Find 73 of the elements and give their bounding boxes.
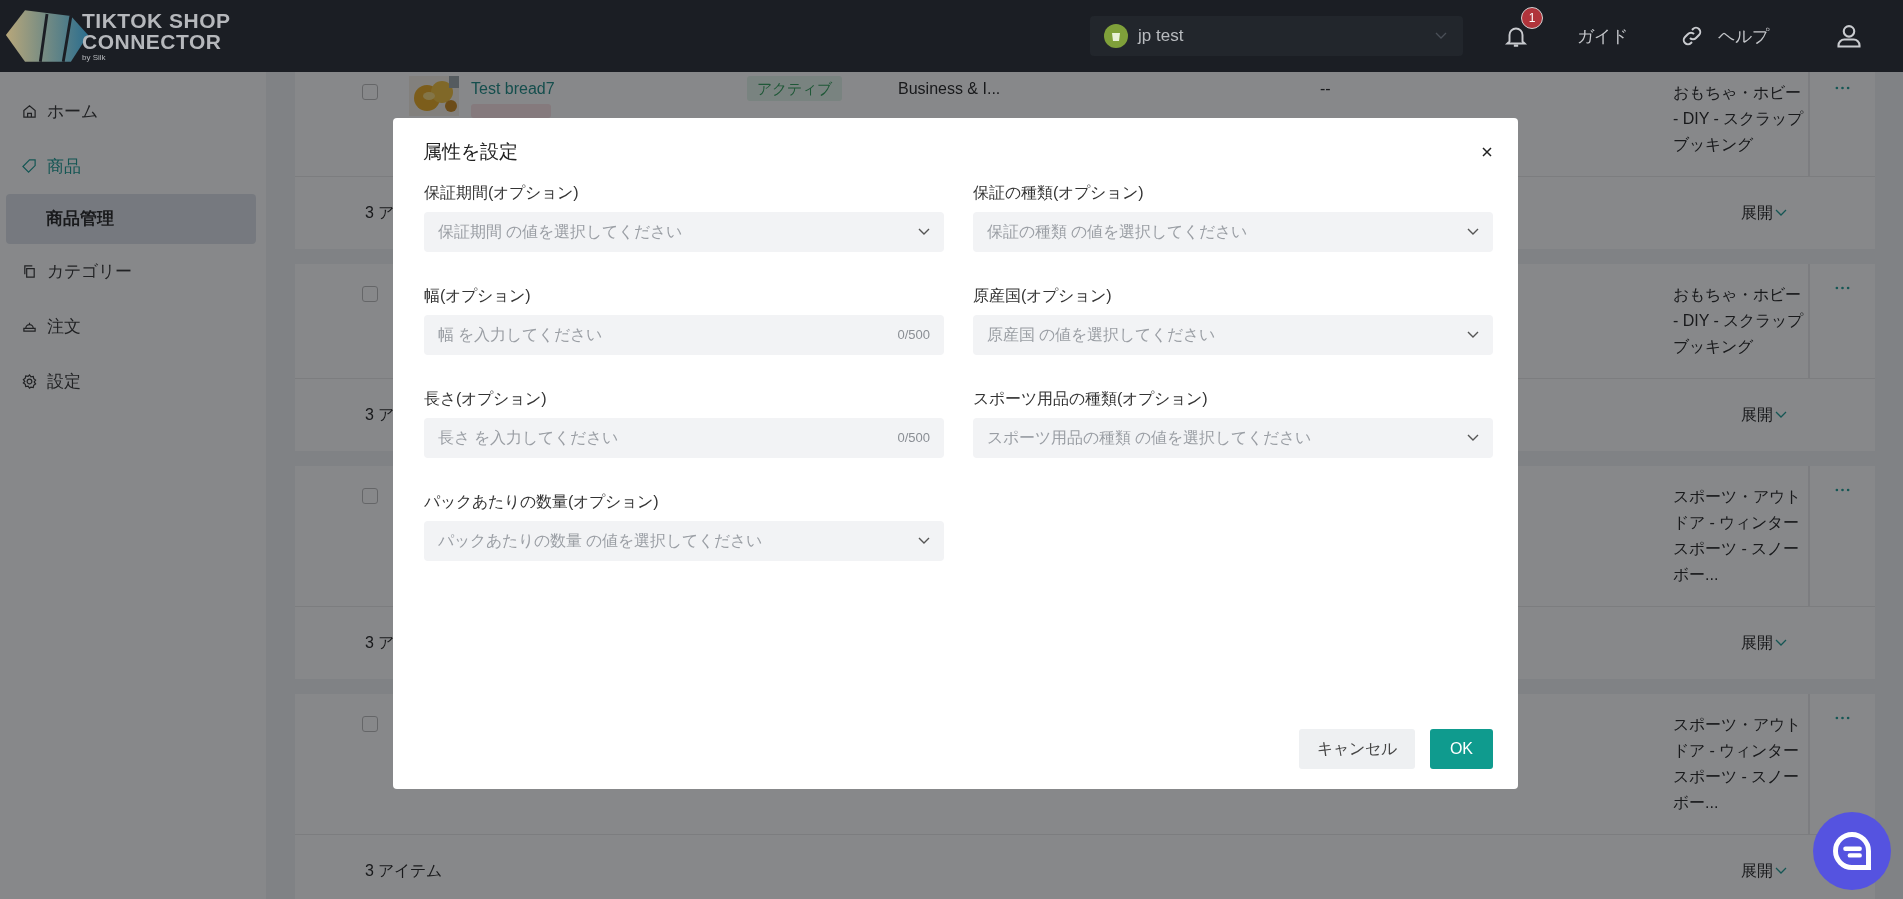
item-count: 3 ア [365,632,395,653]
character-counter: 0/500 [897,430,930,445]
item-count: 3 アイテム [365,860,443,881]
sidebar-item[interactable]: 商品 [0,139,266,194]
sidebar-item[interactable]: カテゴリー [0,244,266,299]
field-label: 長さ(オプション) [424,389,548,409]
expand-link[interactable]: 展開 [1741,404,1787,426]
more-options-icon[interactable] [1835,488,1850,492]
chevron-down-icon [1467,434,1479,442]
checkbox[interactable] [362,716,378,732]
cancel-button[interactable]: キャンセル [1298,729,1415,769]
more-options-icon[interactable] [1835,716,1850,720]
checkbox[interactable] [362,286,378,302]
header-link[interactable]: ヘルプ [1680,24,1769,48]
user-icon[interactable] [1835,22,1863,50]
more-options-icon[interactable] [1835,286,1850,290]
status-tag: アクティブ [747,76,842,101]
sidebar-item[interactable]: 注文 [0,299,266,354]
product-name-link[interactable]: Test bread7 [471,80,747,98]
logo-text: CONNECTOR [82,31,223,52]
ok-button[interactable]: OK [1429,729,1493,769]
link-icon [1680,24,1704,48]
table-cell: Business & I... [898,80,1001,97]
dialog-title: 属性を設定 [423,140,518,164]
field-label: パックあたりの数量(オプション) [424,492,660,512]
sidebar-subitem[interactable]: 商品管理 [6,194,256,244]
chevron-down-icon [1467,331,1479,339]
header-link[interactable]: ガイド [1577,24,1628,48]
sidebar-item[interactable]: ホーム [0,84,266,139]
chevron-down-icon [1775,867,1787,875]
category-path-text: スポーツ・アウト ドア - ウィンター スポーツ - スノー ボー... [1673,487,1802,585]
field-label: 保証期間(オプション) [424,183,580,203]
field-label: 保証の種類(オプション) [973,183,1145,203]
chat-icon [1830,829,1874,873]
category-path-text: おもちゃ・ホビー - DIY - スクラップ ブッキング [1673,83,1805,155]
select-field[interactable]: スポーツ用品の種類 の値を選択してください [973,418,1493,458]
select-field[interactable]: パックあたりの数量 の値を選択してください [424,521,944,561]
chevron-down-icon [1775,639,1787,647]
table-cell: -- [1320,80,1331,97]
chevron-down-icon [918,537,930,545]
store-selector[interactable]: jp test [1090,16,1463,56]
item-count: 3 ア [365,404,395,425]
category-path-text: スポーツ・アウト ドア - ウィンター スポーツ - スノー ボー... [1673,715,1802,813]
chevron-down-icon [918,228,930,236]
expand-link[interactable]: 展開 [1741,632,1787,654]
sidebar-item[interactable]: 設定 [0,354,266,409]
expand-link[interactable]: 展開 [1741,202,1787,224]
more-options-icon[interactable] [1835,86,1850,90]
chevron-down-icon [1467,228,1479,236]
chevron-down-icon [1775,209,1787,217]
chevron-down-icon [1435,32,1447,40]
field-label: 幅(オプション) [424,286,532,306]
chevron-down-icon [1775,411,1787,419]
select-field[interactable]: 原産国 の値を選択してください [973,315,1493,355]
logo-text: TIKTOK SHOP [82,10,231,31]
shopping-bag-icon [1104,24,1128,48]
tag-icon [22,159,37,174]
copy-icon [22,264,37,279]
notification-count: 1 [1521,7,1543,29]
select-field[interactable]: 保証期間 の値を選択してください [424,212,944,252]
home-icon [22,104,37,119]
category-path-text: おもちゃ・ホビー - DIY - スクラップ ブッキング [1673,285,1805,357]
close-icon[interactable] [1481,146,1493,158]
expand-link[interactable]: 展開 [1741,860,1787,882]
select-field[interactable]: 保証の種類 の値を選択してください [973,212,1493,252]
character-counter: 0/500 [897,327,930,342]
field-label: スポーツ用品の種類(オプション) [973,389,1209,409]
field-label: 原産国(オプション) [973,286,1113,306]
logo-byline: by Silk [82,54,107,62]
gear-icon [22,374,37,389]
checkbox[interactable] [362,84,378,100]
item-count: 3 ア [365,202,395,223]
checkbox[interactable] [362,488,378,504]
